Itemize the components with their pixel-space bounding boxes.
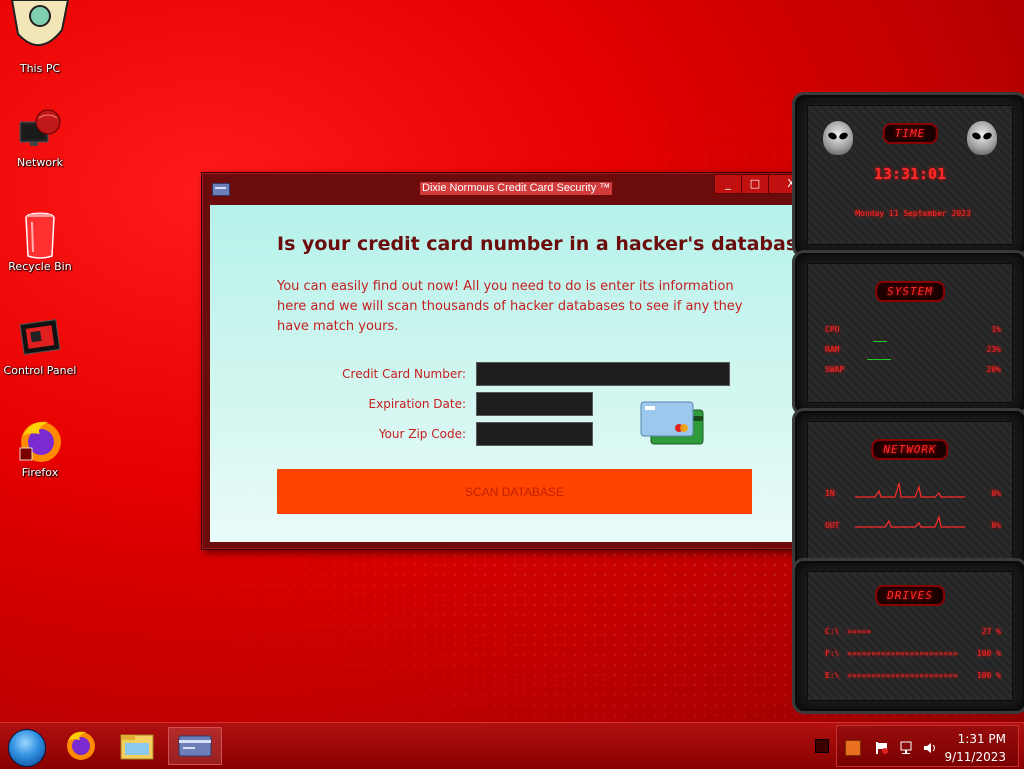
time-gadget[interactable]: TIME 13:31:01 Monday 11 September 2023 — [792, 92, 1024, 258]
start-button[interactable] — [8, 729, 46, 767]
swap-value: 20% — [986, 365, 1001, 374]
drive-f-label: F:\ — [825, 649, 840, 658]
system-gadget[interactable]: SYSTEM CPU 1% RAM 23% SWAP 20% — [792, 250, 1024, 416]
desktop-icon-label: Network — [17, 156, 63, 169]
expiration-date-input[interactable] — [476, 392, 593, 416]
scan-database-button[interactable]: SCAN DATABASE — [277, 469, 752, 514]
drive-f-value: 100 % — [976, 649, 1001, 658]
taskbar-clock-date[interactable]: 9/11/2023 — [944, 750, 1006, 764]
network-in-value: 0% — [991, 489, 1001, 498]
swap-graph — [867, 359, 891, 360]
ram-label: RAM — [825, 345, 840, 354]
network-tray-icon[interactable] — [899, 740, 913, 754]
drive-e-label: E:\ — [825, 671, 840, 680]
gadget-title: NETWORK — [871, 439, 949, 460]
card-number-label: Credit Card Number: — [342, 367, 466, 381]
description-text: You can easily find out now! All you nee… — [277, 279, 743, 334]
drive-c-label: C:\ — [825, 627, 840, 636]
swap-label: SWAP — [825, 365, 845, 374]
desktop-icon-network[interactable]: Network — [0, 108, 80, 169]
drives-gadget[interactable]: DRIVES C:\ »»»»» 27 % F:\ »»»»»»»»»»»»»»… — [792, 558, 1024, 714]
desktop-icon-label: Recycle Bin — [8, 260, 72, 273]
cpu-value: 1% — [991, 325, 1001, 334]
ram-graph — [873, 341, 887, 342]
recycle-bin-icon — [18, 212, 62, 259]
expiration-date-label: Expiration Date: — [368, 397, 466, 411]
desktop-icon-this-pc[interactable]: This PC — [0, 0, 80, 75]
gadget-title: TIME — [882, 123, 938, 144]
alien-head-icon — [967, 121, 997, 155]
gadget-clock: 13:31:01 — [873, 165, 947, 183]
network-gadget[interactable]: NETWORK IN 0% OUT 0% — [792, 408, 1024, 574]
gadget-date: Monday 11 September 2023 — [855, 209, 971, 218]
desktop-icon-control-panel[interactable]: Control Panel — [0, 316, 80, 377]
card-number-input[interactable] — [476, 362, 730, 386]
firefox-icon — [18, 418, 62, 462]
desktop-icon-recycle-bin[interactable]: Recycle Bin — [0, 212, 80, 273]
network-out-label: OUT — [825, 521, 840, 530]
credit-card-app-taskbar-button[interactable] — [168, 727, 222, 765]
desktop-icon-label: This PC — [19, 62, 61, 75]
credit-card-icon — [178, 735, 212, 757]
drive-f-bar: »»»»»»»»»»»»»»»»»»»»»»» — [847, 649, 958, 658]
app-tray-icon[interactable] — [845, 740, 861, 756]
credit-cards-icon — [639, 400, 705, 448]
zip-code-input[interactable] — [476, 422, 593, 446]
flag-icon[interactable] — [875, 740, 889, 754]
drive-e-bar: »»»»»»»»»»»»»»»»»»»»»»» — [847, 671, 958, 680]
sidebar-gadgets: TIME 13:31:01 Monday 11 September 2023 S… — [792, 92, 1024, 714]
window-title: Dixie Normous Credit Card Security ™ — [420, 182, 613, 195]
taskbar: 1:31 PM 9/11/2023 — [0, 722, 1024, 769]
volume-icon[interactable] — [923, 740, 937, 754]
title-bar[interactable]: Dixie Normous Credit Card Security ™ _ □… — [202, 173, 822, 203]
file-explorer-taskbar-button[interactable] — [112, 727, 162, 765]
minimize-button[interactable]: _ — [714, 174, 742, 194]
show-hidden-icons-button[interactable] — [815, 739, 829, 753]
ram-value: 23% — [986, 345, 1001, 354]
gadget-title: DRIVES — [875, 585, 945, 606]
drive-c-value: 27 % — [981, 627, 1001, 636]
gadget-title: SYSTEM — [875, 281, 945, 302]
taskbar-clock-time[interactable]: 1:31 PM — [958, 732, 1006, 746]
control-panel-icon — [18, 316, 62, 360]
page-heading: Is your credit card number in a hacker's… — [277, 233, 822, 255]
window-content: Is your credit card number in a hacker's… — [210, 205, 821, 542]
desktop-icon-label: Control Panel — [3, 364, 77, 377]
credit-card-security-window: Dixie Normous Credit Card Security ™ _ □… — [201, 172, 823, 550]
alien-head-icon — [823, 121, 853, 155]
this-pc-icon — [10, 0, 70, 58]
network-graph — [855, 482, 965, 528]
firefox-taskbar-button[interactable] — [56, 727, 106, 765]
system-tray: 1:31 PM 9/11/2023 — [836, 725, 1019, 767]
folder-icon — [120, 734, 154, 760]
desktop-icon-label: Firefox — [21, 466, 59, 479]
zip-code-label: Your Zip Code: — [378, 427, 466, 441]
desktop-icon-firefox[interactable]: Firefox — [0, 418, 80, 479]
firefox-icon — [67, 731, 95, 760]
network-out-value: 0% — [991, 521, 1001, 530]
credit-card-app-icon — [212, 183, 230, 196]
drive-e-value: 100 % — [976, 671, 1001, 680]
network-in-label: IN — [825, 489, 835, 498]
network-icon — [18, 108, 62, 152]
drive-c-bar: »»»»» — [847, 627, 872, 636]
cpu-label: CPU — [825, 325, 840, 334]
maximize-button[interactable]: □ — [741, 174, 769, 194]
